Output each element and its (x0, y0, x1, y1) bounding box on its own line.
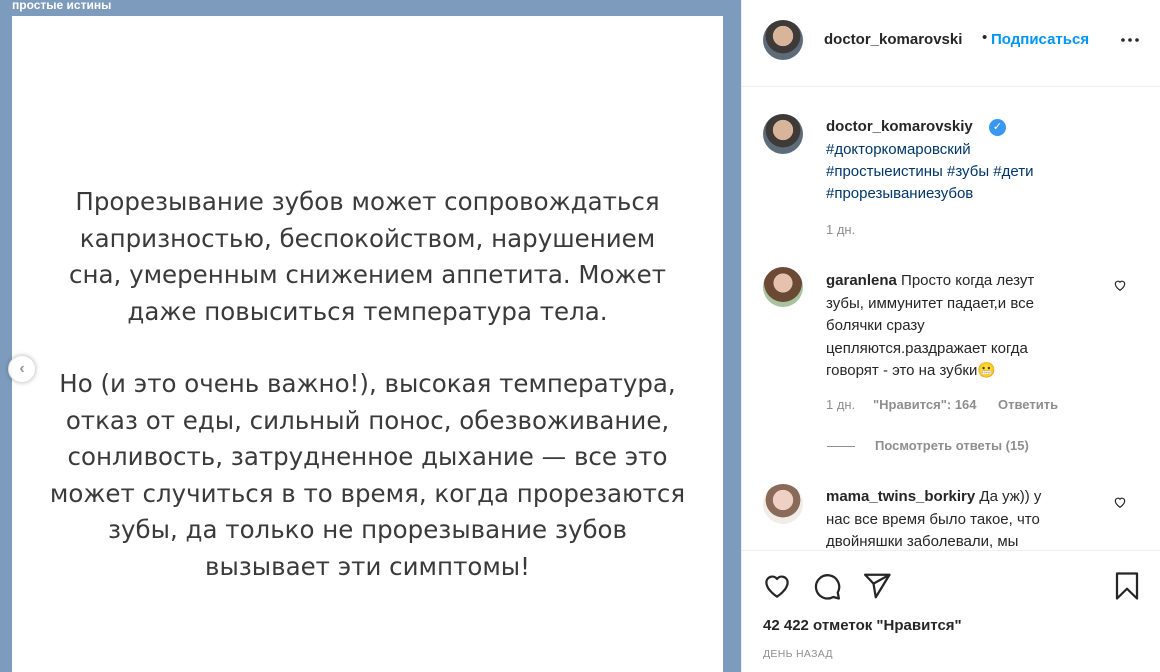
commenter-avatar[interactable] (763, 267, 803, 307)
image-paragraph-1: Прорезывание зубов может сопровождаться … (12, 184, 723, 330)
image-line: сонливость, затрудненное дыхание — все э… (67, 442, 668, 471)
author-username[interactable]: doctor_komarovski (824, 31, 962, 48)
post-header: doctor_komarovski • Подписаться (742, 0, 1160, 87)
comment-line: цепляются.раздражает когда (826, 339, 1028, 357)
share-button[interactable] (862, 571, 892, 601)
previous-slide-button[interactable]: ‹ (8, 355, 36, 383)
chevron-left-icon: ‹ (19, 360, 25, 377)
commenter-avatar[interactable] (763, 484, 803, 524)
caption-hashtags-2[interactable]: #простыеистины #зубы #дети (826, 163, 1033, 180)
more-icon (1121, 38, 1139, 42)
image-line: может случиться в то время, когда прорез… (49, 478, 686, 508)
heart-icon (765, 575, 789, 598)
comment-username[interactable]: garanlena (826, 272, 897, 289)
separator-dot: • (982, 29, 988, 46)
comment-line: зубы, иммунитет падает,и все (826, 294, 1034, 312)
post-media: простые истины Прорезывание зубов может … (0, 0, 741, 672)
author-avatar[interactable] (763, 20, 803, 60)
comment-line: двойняшки заболевали, мы (826, 533, 1019, 548)
image-line: Но (и это очень важно!), высокая темпера… (59, 369, 676, 398)
bookmark-icon (1115, 572, 1139, 600)
comment-line: болячки сразу (826, 317, 925, 334)
replies-divider (827, 446, 855, 447)
post-date[interactable]: ДЕНЬ НАЗАД (763, 648, 833, 660)
image-line: Прорезывание зубов может сопровождаться (75, 187, 660, 216)
image-paragraph-2: Но (и это очень важно!), высокая темпера… (12, 366, 723, 585)
image-line: вызывает эти симптомы! (205, 551, 530, 581)
caption-time: 1 дн. (826, 222, 856, 237)
caption-avatar[interactable] (763, 114, 803, 154)
image-card: Прорезывание зубов может сопровождаться … (12, 16, 723, 672)
comment-time: 1 дн. (826, 397, 856, 412)
image-line: отказ от еды, сильный понос, обезвоживан… (65, 405, 670, 435)
image-line: капризностью, беспокойством, нарушением (79, 223, 656, 253)
like-button[interactable] (762, 571, 792, 601)
post-actions: 42 422 отметок "Нравится" ДЕНЬ НАЗАД (742, 550, 1160, 672)
image-line: сна, умеренным снижением аппетита. Может (69, 260, 666, 289)
share-icon (864, 573, 891, 599)
comment-line: говорят - это на зубки😬 (826, 362, 997, 379)
comment-like-button[interactable] (1113, 278, 1127, 292)
image-line: зубы, да только не прорезывание зубов (108, 515, 627, 544)
comment-text: garanlena Просто когда лезут зубы, иммун… (826, 270, 1066, 383)
heart-small-icon (1114, 497, 1126, 508)
comment-line: Да уж)) у (979, 488, 1042, 505)
reply-button[interactable]: Ответить (998, 397, 1058, 412)
comment-likes-count[interactable]: "Нравится": 164 (873, 397, 977, 412)
view-replies-button[interactable]: Посмотреть ответы (15) (875, 438, 1029, 453)
comment-button[interactable] (812, 571, 842, 601)
comment-like-button[interactable] (1113, 495, 1127, 509)
image-line: даже повыситься температура тела. (127, 296, 608, 326)
more-options-button[interactable] (1120, 30, 1140, 50)
verified-badge-icon: ✓ (989, 119, 1006, 136)
comment-username[interactable]: mama_twins_borkiry (826, 488, 975, 505)
comment-text: mama_twins_borkiry Да уж)) у нас все вре… (826, 486, 1066, 548)
caption-hashtags-3[interactable]: #прорезываниезубов (826, 185, 973, 202)
caption-username[interactable]: doctor_komarovskiy (826, 118, 973, 135)
heart-small-icon (1114, 280, 1126, 291)
follow-button[interactable]: Подписаться (991, 31, 1089, 48)
save-button[interactable] (1112, 571, 1142, 601)
caption-hashtags-1[interactable]: #докторкомаровский (826, 141, 971, 158)
comment-line: Просто когда лезут (901, 272, 1035, 289)
comments-scroll-area[interactable]: doctor_komarovskiy ✓ #докторкомаровский … (742, 88, 1160, 548)
post-side-panel: doctor_komarovski • Подписаться doctor_k… (741, 0, 1160, 672)
comment-line: нас все время было такое, что (826, 510, 1040, 528)
media-label: простые истины (12, 0, 112, 12)
likes-count[interactable]: 42 422 отметок "Нравится" (763, 617, 962, 634)
comment-icon (814, 574, 841, 600)
